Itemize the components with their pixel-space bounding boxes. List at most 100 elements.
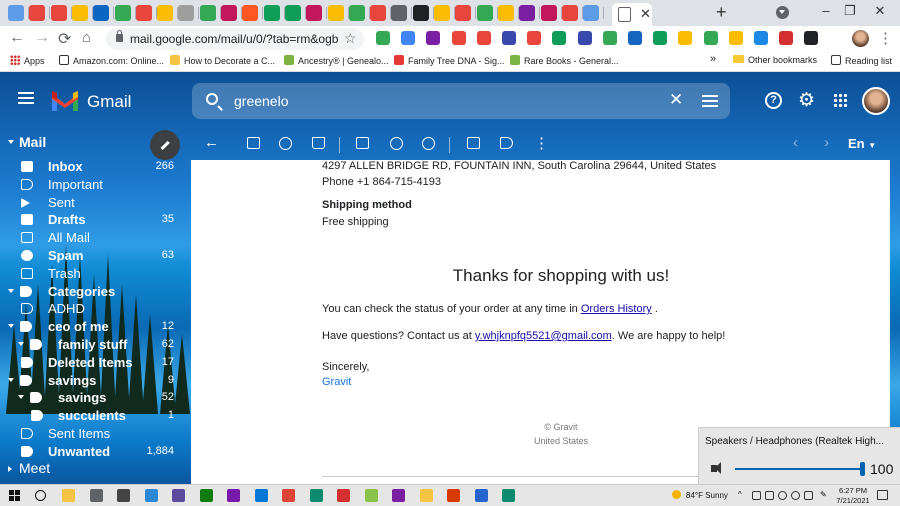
back-to-search-icon[interactable]: ← [204,134,219,151]
bookmark-star-icon[interactable]: ☆ [344,30,357,47]
browser-extension-icon[interactable] [653,31,668,45]
tab-favicon-icon[interactable] [135,5,157,21]
tab-favicon-icon[interactable] [114,5,136,21]
edge-icon[interactable] [502,489,515,502]
tab-favicon-icon[interactable] [519,5,541,21]
tab-favicon-icon[interactable] [157,5,179,21]
active-tab[interactable]: ✕ [612,3,652,26]
store-icon[interactable] [89,489,103,502]
tab-favicon-icon[interactable] [370,5,392,21]
tab-favicon-icon[interactable] [242,5,264,21]
browser-extension-icon[interactable] [703,31,718,45]
sidebar-item-trash[interactable]: Trash [0,265,180,283]
bookmark-other[interactable]: Other bookmarks [733,55,817,65]
account-avatar[interactable] [862,87,890,115]
tab-favicon-icon[interactable] [50,5,72,21]
tab-favicon-icon[interactable] [8,5,29,21]
browser-extension-icon[interactable] [678,31,693,45]
acrobat-icon[interactable] [337,489,350,502]
sidebar-item-drafts[interactable]: Drafts 35 [0,211,180,229]
sidebar-item-spam[interactable]: Spam 63 [0,247,180,265]
sidebar-item-categories[interactable]: Categories [0,283,180,301]
mail-section-toggle[interactable]: Mail [8,134,46,150]
sidebar-item-inbox[interactable]: Inbox 266 [0,158,180,176]
volume-slider-thumb[interactable] [860,462,865,476]
bookmark-rare-books[interactable]: Rare Books - General... [510,55,619,66]
newer-message-icon[interactable]: ‹ [793,134,798,151]
sidebar-item-ceo-of-me[interactable]: ceo of me 12 [0,318,180,336]
onenote-icon[interactable] [227,489,240,502]
caret-down-icon[interactable] [8,324,14,329]
bookmark-ftdna[interactable]: Family Tree DNA - Sig... [394,55,505,66]
browser-extension-icon[interactable] [728,31,743,45]
gmail-logo-icon[interactable] [52,91,78,111]
calculator-icon[interactable] [144,489,158,502]
tab-favicon-icon[interactable] [348,5,370,21]
tab-favicon-icon[interactable] [540,5,562,21]
forward-arrow-icon[interactable]: → [34,29,50,47]
tab-favicon-icon[interactable] [327,5,349,21]
browser-extension-icon[interactable] [376,31,390,45]
compose-button[interactable] [150,130,180,160]
pen-icon[interactable]: ✎ [820,490,829,499]
tab-favicon-icon[interactable] [306,5,328,21]
photos-icon[interactable] [254,489,268,502]
bookmark-ancestry[interactable]: Ancestry® | Genealo... [284,55,389,66]
move-to-icon[interactable] [467,137,480,149]
browser-extension-icon[interactable] [401,31,416,45]
tab-favicon-icon[interactable] [263,5,285,21]
todo-icon[interactable] [474,489,488,502]
profile-avatar[interactable] [852,30,869,47]
sidebar-item-deleted-items[interactable]: Deleted Items 17 [0,354,180,372]
browser-extension-icon[interactable] [577,31,592,45]
back-arrow-icon[interactable]: ← [9,29,25,47]
gmail-logo-text[interactable]: Gmail [87,92,131,112]
reload-icon[interactable]: ⟳ [58,29,71,49]
bookmark-decorate[interactable]: How to Decorate a C... [170,55,275,66]
speaker-icon[interactable] [711,462,721,474]
sidebar-item-savings[interactable]: savings 9 [0,372,180,390]
sidebar-item-important[interactable]: Important [0,176,180,194]
browser-extension-icon[interactable] [502,31,516,45]
new-tab-button[interactable]: + [716,2,727,23]
notification-center-icon[interactable] [877,490,888,500]
browser-extension-icon[interactable] [552,31,567,45]
report-spam-icon[interactable] [279,137,292,150]
sidebar-item-sent[interactable]: Sent [0,194,180,212]
tray-app-icon[interactable] [765,491,774,500]
add-to-tasks-icon[interactable] [422,137,435,150]
volume-tray-icon[interactable] [791,491,800,500]
browser-extension-icon[interactable] [426,31,441,45]
browser-extension-icon[interactable] [628,31,642,45]
restore-button[interactable]: ❐ [836,3,864,19]
bookmark-reading-list[interactable]: Reading list [831,55,892,66]
edge-icon[interactable] [309,489,323,502]
app-icon[interactable] [419,489,433,502]
tab-favicon-icon[interactable] [391,5,413,21]
show-hidden-icons[interactable]: ^ [738,490,747,499]
url-text[interactable]: mail.google.com/mail/u/0/?tab=rm&ogbl... [130,32,338,46]
browser-extension-icon[interactable] [779,31,794,45]
tray-app-icon[interactable] [752,491,761,500]
help-icon[interactable]: ? [765,92,782,109]
older-message-icon[interactable]: › [824,134,829,151]
windows-start-icon[interactable] [9,490,20,501]
sidebar-item-unwanted[interactable]: Unwanted 1,884 [0,443,180,461]
bookmark-apps[interactable]: Apps [10,55,45,66]
tab-favicon-icon[interactable] [561,5,583,21]
app-icon[interactable] [392,489,405,502]
home-icon[interactable]: ⌂ [82,29,91,46]
battery-icon[interactable] [804,491,813,500]
sidebar-item-savings[interactable]: savings 52 [0,389,180,407]
search-bar[interactable]: ✕ [192,83,730,119]
clear-search-icon[interactable]: ✕ [669,90,683,110]
tab-favicon-icon[interactable] [284,5,306,21]
taskbar-clock[interactable]: 6:27 PM 7/21/2021 [836,486,870,506]
browser-extension-icon[interactable] [804,31,819,45]
snooze-icon[interactable] [390,137,403,150]
tab-favicon-icon[interactable] [178,5,200,21]
close-window-button[interactable]: ✕ [866,3,894,19]
journal-icon[interactable] [172,489,185,502]
bookmark-amazon[interactable]: Amazon.com: Online... [59,55,164,66]
orders-history-link[interactable]: Orders History [581,303,652,315]
